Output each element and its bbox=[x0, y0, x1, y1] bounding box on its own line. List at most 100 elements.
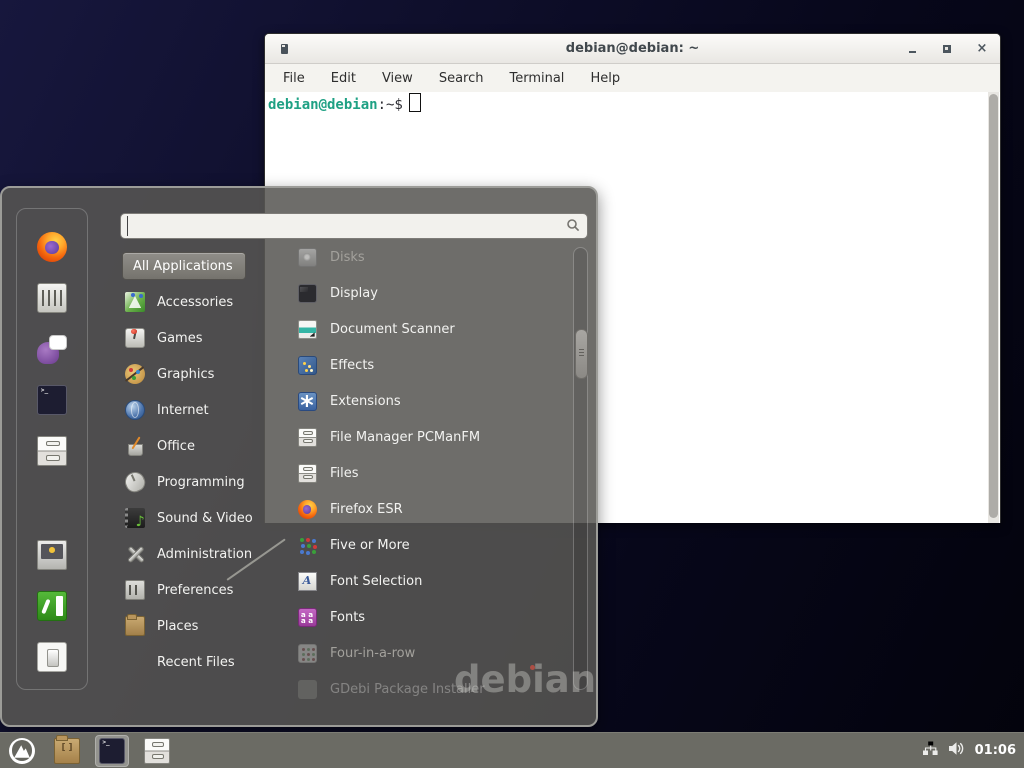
app-label: Document Scanner bbox=[330, 322, 455, 337]
terminal-menu-search[interactable]: Search bbox=[439, 71, 484, 86]
debian-swirl-dot bbox=[530, 665, 535, 670]
favorite-log-out[interactable] bbox=[36, 590, 68, 622]
internet-icon bbox=[125, 400, 145, 420]
terminal-scrollbar[interactable] bbox=[988, 92, 999, 523]
category-all-applications[interactable]: All Applications bbox=[122, 252, 246, 280]
category-preferences[interactable]: Preferences bbox=[120, 572, 270, 608]
category-internet[interactable]: Internet bbox=[120, 392, 270, 428]
document-scanner-icon bbox=[298, 320, 317, 339]
app-label: Four-in-a-row bbox=[330, 646, 415, 661]
app-label: File Manager PCManFM bbox=[330, 430, 480, 445]
terminal-menu-view[interactable]: View bbox=[382, 71, 413, 86]
category-label: Administration bbox=[157, 547, 252, 562]
minimize-button[interactable] bbox=[906, 43, 918, 55]
category-label: Places bbox=[157, 619, 198, 634]
category-places[interactable]: Places bbox=[120, 608, 270, 644]
effects-icon bbox=[298, 356, 317, 375]
category-sound-video[interactable]: Sound & Video bbox=[120, 500, 270, 536]
graphics-icon bbox=[125, 364, 145, 384]
menu-scrollbar[interactable] bbox=[573, 247, 588, 690]
fonts-icon bbox=[298, 608, 317, 627]
firefox-icon bbox=[37, 232, 67, 262]
terminal-prompt: debian@debian:~$ bbox=[268, 93, 421, 115]
taskbar: 01:06 bbox=[0, 732, 1024, 768]
app-label: Fonts bbox=[330, 610, 365, 625]
taskbar-menu-button[interactable] bbox=[5, 735, 39, 767]
places-icon bbox=[125, 616, 145, 636]
terminal-menu-help[interactable]: Help bbox=[590, 71, 620, 86]
maximize-icon bbox=[943, 45, 951, 53]
search-icon bbox=[566, 217, 580, 236]
favorite-control-center[interactable] bbox=[36, 282, 68, 314]
app-extensions[interactable]: Extensions bbox=[287, 383, 567, 419]
terminal-menubar: File Edit View Search Terminal Help bbox=[265, 64, 1000, 92]
firefox-icon bbox=[298, 500, 317, 519]
menu-scrollbar-thumb[interactable] bbox=[575, 329, 588, 379]
taskbar-clock[interactable]: 01:06 bbox=[975, 743, 1016, 758]
preferences-icon bbox=[125, 580, 145, 600]
app-document-scanner[interactable]: Document Scanner bbox=[287, 311, 567, 347]
app-font-selection[interactable]: Font Selection bbox=[287, 563, 567, 599]
terminal-icon bbox=[37, 385, 67, 415]
favorite-lock-screen[interactable] bbox=[36, 539, 68, 571]
terminal-menu-file[interactable]: File bbox=[283, 71, 305, 86]
app-disks[interactable]: Disks bbox=[287, 239, 567, 275]
app-effects[interactable]: Effects bbox=[287, 347, 567, 383]
app-firefox-esr[interactable]: Firefox ESR bbox=[287, 491, 567, 527]
terminal-titlebar[interactable]: debian@debian: ~ × bbox=[265, 34, 1000, 64]
shut-down-icon bbox=[37, 642, 67, 672]
menu-search-input[interactable] bbox=[127, 216, 566, 236]
category-label: Games bbox=[157, 331, 202, 346]
close-button[interactable]: × bbox=[976, 43, 988, 55]
categories-column: All Applications Accessories Games Graphic… bbox=[120, 250, 270, 680]
volume-icon[interactable] bbox=[948, 741, 966, 760]
category-office[interactable]: Office bbox=[120, 428, 270, 464]
accessories-icon bbox=[125, 292, 145, 312]
category-label: Programming bbox=[157, 475, 245, 490]
log-out-icon bbox=[37, 591, 67, 621]
app-label: Five or More bbox=[330, 538, 410, 553]
app-label: Firefox ESR bbox=[330, 502, 403, 517]
sound-video-icon bbox=[125, 508, 145, 528]
file-manager-icon bbox=[298, 464, 317, 483]
app-label: Effects bbox=[330, 358, 374, 373]
app-five-or-more[interactable]: Five or More bbox=[287, 527, 567, 563]
category-accessories[interactable]: Accessories bbox=[120, 284, 270, 320]
favorite-pidgin[interactable] bbox=[36, 333, 68, 365]
favorite-file-manager[interactable] bbox=[36, 435, 68, 467]
debian-watermark: debian bbox=[454, 658, 596, 701]
five-or-more-icon bbox=[298, 536, 317, 555]
control-center-icon bbox=[37, 283, 67, 313]
network-icon[interactable] bbox=[922, 741, 939, 760]
four-in-a-row-icon bbox=[298, 644, 317, 663]
category-recent-files[interactable]: Recent Files bbox=[120, 644, 270, 680]
app-display[interactable]: Display bbox=[287, 275, 567, 311]
app-label: Extensions bbox=[330, 394, 401, 409]
favorite-shut-down[interactable] bbox=[36, 641, 68, 673]
category-games[interactable]: Games bbox=[120, 320, 270, 356]
app-file-manager-pcmanfm[interactable]: File Manager PCManFM bbox=[287, 419, 567, 455]
menu-search-box bbox=[120, 213, 588, 239]
terminal-scrollbar-thumb[interactable] bbox=[989, 94, 998, 518]
administration-icon bbox=[125, 544, 145, 564]
application-menu: All Applications Accessories Games Graphic… bbox=[0, 186, 598, 727]
favorites-column bbox=[16, 208, 88, 690]
favorite-terminal[interactable] bbox=[36, 384, 68, 416]
app-files[interactable]: Files bbox=[287, 455, 567, 491]
app-label: Display bbox=[330, 286, 378, 301]
category-programming[interactable]: Programming bbox=[120, 464, 270, 500]
terminal-menu-edit[interactable]: Edit bbox=[331, 71, 356, 86]
taskbar-terminal-button[interactable] bbox=[95, 735, 129, 767]
favorite-firefox[interactable] bbox=[36, 231, 68, 263]
terminal-icon bbox=[99, 738, 125, 764]
category-graphics[interactable]: Graphics bbox=[120, 356, 270, 392]
taskbar-file-manager-button[interactable] bbox=[140, 735, 174, 767]
category-label: Sound & Video bbox=[157, 511, 253, 526]
terminal-menu-terminal[interactable]: Terminal bbox=[509, 71, 564, 86]
maximize-button[interactable] bbox=[941, 43, 953, 55]
debian-watermark-text: debian bbox=[454, 658, 596, 701]
taskbar-desktop-files-button[interactable] bbox=[50, 735, 84, 767]
app-fonts[interactable]: Fonts bbox=[287, 599, 567, 635]
disks-icon bbox=[298, 248, 317, 267]
category-label: Preferences bbox=[157, 583, 233, 598]
